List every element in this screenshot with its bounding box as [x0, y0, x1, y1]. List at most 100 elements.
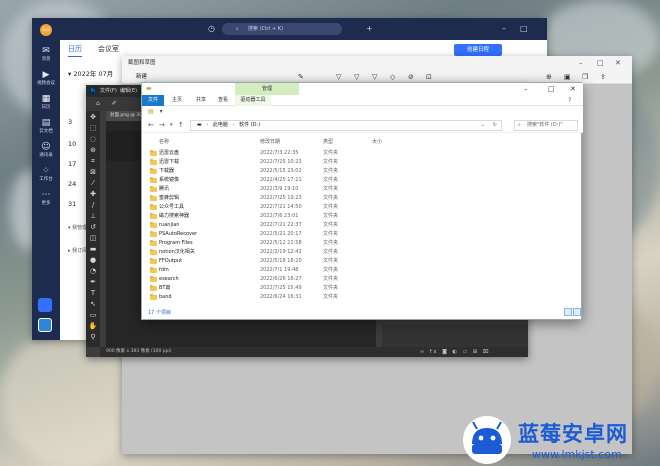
- sidebar-item-contacts[interactable]: ☺ 通讯录: [32, 142, 60, 158]
- chevron-down-icon[interactable]: ▾: [160, 108, 163, 115]
- chevron-down-icon[interactable]: ⌄: [481, 121, 485, 130]
- fx-icon[interactable]: fx: [430, 349, 439, 355]
- column-type[interactable]: 类型: [323, 137, 333, 147]
- quick-select-tool-icon[interactable]: ⊛: [88, 146, 98, 155]
- subscribed-calendars-toggle[interactable]: ▸ 我订阅: [68, 247, 87, 254]
- ribbon-tab-drive-tools[interactable]: 驱动器工具: [235, 95, 271, 106]
- brush-preset-icon[interactable]: ✐: [112, 100, 117, 107]
- move-tool-icon[interactable]: ✥: [88, 113, 98, 122]
- day-number[interactable]: 3: [68, 118, 72, 126]
- file-row[interactable]: band 2022/6/24 16:31 文件夹: [142, 293, 583, 302]
- brush-tool-icon[interactable]: /: [88, 201, 98, 210]
- create-event-button[interactable]: 创建日程: [454, 44, 502, 56]
- mask-icon[interactable]: ◙: [442, 349, 449, 355]
- lasso-tool-icon[interactable]: ◌: [88, 135, 98, 144]
- file-row[interactable]: 迅雷云盘 2022/7/3 22:35 文件夹: [142, 149, 583, 158]
- sidebar-item-calendar[interactable]: ▦ 日历: [32, 94, 60, 110]
- file-row[interactable]: FFOutput 2022/5/18 16:20 文件夹: [142, 257, 583, 266]
- path-select-icon[interactable]: ↖: [88, 300, 98, 309]
- avatar[interactable]: 乐乐: [40, 24, 52, 36]
- help-icon[interactable]: ?: [568, 95, 571, 106]
- breadcrumb-drive[interactable]: 软件 (D:): [239, 122, 260, 128]
- explorer-search-input[interactable]: ⌕ 搜索"软件 (D:)": [514, 120, 578, 131]
- up-icon[interactable]: ↑: [178, 120, 184, 130]
- minimize-icon[interactable]: –: [579, 56, 583, 70]
- crop-tool-icon[interactable]: ⌗: [88, 157, 98, 166]
- gradient-tool-icon[interactable]: ▬: [88, 245, 98, 254]
- column-name[interactable]: 名称: [159, 137, 169, 147]
- close-icon[interactable]: ✕: [615, 56, 621, 70]
- file-row[interactable]: ruanjian 2022/7/21 22:37 文件夹: [142, 221, 583, 230]
- column-size[interactable]: 大小: [372, 137, 382, 147]
- history-brush-icon[interactable]: ↺: [88, 223, 98, 232]
- sidebar-item-more[interactable]: ⋯ 更多: [32, 190, 60, 206]
- back-icon[interactable]: ←: [148, 120, 154, 130]
- sidebar-item-video[interactable]: ▶ 视频会议: [32, 70, 60, 86]
- link-layers-icon[interactable]: ∞: [420, 349, 426, 355]
- new-layer-icon[interactable]: ⊞: [473, 349, 479, 355]
- sidebar-item-messages[interactable]: ✉ 消息: [32, 46, 60, 62]
- adjustment-icon[interactable]: ◐: [453, 349, 459, 355]
- maximize-icon[interactable]: □: [597, 56, 604, 70]
- file-row[interactable]: PSAutoRecover 2022/5/21 20:17 文件夹: [142, 230, 583, 239]
- stamp-tool-icon[interactable]: ⊥: [88, 212, 98, 221]
- app-dock-icon[interactable]: [38, 298, 52, 312]
- share-icon[interactable]: ⇪: [600, 70, 606, 84]
- type-tool-icon[interactable]: T: [88, 289, 98, 298]
- minimize-icon[interactable]: –: [524, 83, 528, 95]
- file-row[interactable]: fdm 2022/7/1 19:48 文件夹: [142, 266, 583, 275]
- breadcrumb-root[interactable]: 此电脑: [213, 122, 228, 128]
- file-row[interactable]: 腾讯 2022/3/9 19:10 文件夹: [142, 185, 583, 194]
- add-icon[interactable]: +: [366, 23, 373, 35]
- recent-locations-icon[interactable]: ▾: [170, 120, 173, 130]
- ribbon-tab-file[interactable]: 文件: [142, 95, 164, 106]
- maximize-icon[interactable]: □: [520, 23, 528, 35]
- group-icon[interactable]: ▭: [463, 349, 470, 355]
- file-row[interactable]: Program Files 2022/5/12 21:58 文件夹: [142, 239, 583, 248]
- tab-calendar[interactable]: 日历: [68, 44, 82, 57]
- home-icon[interactable]: ⌂: [96, 100, 100, 107]
- context-tab-manage[interactable]: 管理: [235, 83, 299, 95]
- file-row[interactable]: 迅雷下载 2022/7/25 10:23 文件夹: [142, 158, 583, 167]
- file-row[interactable]: BT篇 2022/7/25 15:49 文件夹: [142, 284, 583, 293]
- day-number[interactable]: 24: [68, 180, 76, 188]
- hand-tool-icon[interactable]: ✋: [88, 322, 98, 331]
- day-number[interactable]: 31: [68, 200, 76, 208]
- month-selector[interactable]: ▾ 2022年 07月: [68, 68, 113, 78]
- minimize-icon[interactable]: –: [502, 23, 506, 35]
- sidebar-item-apps[interactable]: ⁘ 工作台: [32, 166, 60, 182]
- forward-icon[interactable]: →: [159, 120, 165, 130]
- zoom-tool-icon[interactable]: ⚲: [88, 333, 98, 342]
- marquee-tool-icon[interactable]: ⬚: [88, 124, 98, 133]
- maximize-icon[interactable]: □: [548, 83, 555, 95]
- ps-menu-file[interactable]: 文件(F): [100, 85, 117, 97]
- ribbon-tab-home[interactable]: 主页: [168, 95, 186, 106]
- file-row[interactable]: 公众号工具 2022/7/21 14:50 文件夹: [142, 203, 583, 212]
- properties-icon[interactable]: ▤: [148, 108, 154, 115]
- refresh-icon[interactable]: ↻: [493, 121, 497, 130]
- details-view-icon[interactable]: [564, 308, 572, 316]
- day-number[interactable]: 10: [68, 140, 76, 148]
- app-dock-icon[interactable]: [38, 318, 52, 332]
- eraser-tool-icon[interactable]: ◫: [88, 234, 98, 243]
- ps-menu-edit[interactable]: 编辑(E): [120, 85, 137, 97]
- pen-tool-icon[interactable]: ✒: [88, 278, 98, 287]
- close-icon[interactable]: ✕: [570, 83, 576, 95]
- healing-tool-icon[interactable]: ✚: [88, 190, 98, 199]
- day-number[interactable]: 17: [68, 160, 76, 168]
- large-icons-view-icon[interactable]: [573, 308, 581, 316]
- file-row[interactable]: 系统镜像 2022/4/25 17:21 文件夹: [142, 176, 583, 185]
- history-icon[interactable]: ◷: [208, 23, 215, 35]
- new-snip-button[interactable]: 新建: [136, 74, 147, 80]
- shape-tool-icon[interactable]: ▭: [88, 311, 98, 320]
- my-calendars-toggle[interactable]: ▾ 我管理: [68, 224, 87, 231]
- calendar-search-input[interactable]: ⌕ 搜索 (Ctrl + K): [222, 23, 342, 35]
- eyedropper-tool-icon[interactable]: ⁄: [88, 179, 98, 188]
- frame-tool-icon[interactable]: ⊠: [88, 168, 98, 177]
- file-row[interactable]: 蜜蜂剪辑 2022/7/25 19:23 文件夹: [142, 194, 583, 203]
- blur-tool-icon[interactable]: ●: [88, 256, 98, 265]
- file-row[interactable]: esearch 2022/6/26 16:27 文件夹: [142, 275, 583, 284]
- copy-icon[interactable]: ❐: [582, 70, 588, 84]
- file-row[interactable]: notion汉化相关 2022/2/19 12:42 文件夹: [142, 248, 583, 257]
- address-bar[interactable]: ▬ › 此电脑 › 软件 (D:) ⌄ ↻: [190, 120, 502, 131]
